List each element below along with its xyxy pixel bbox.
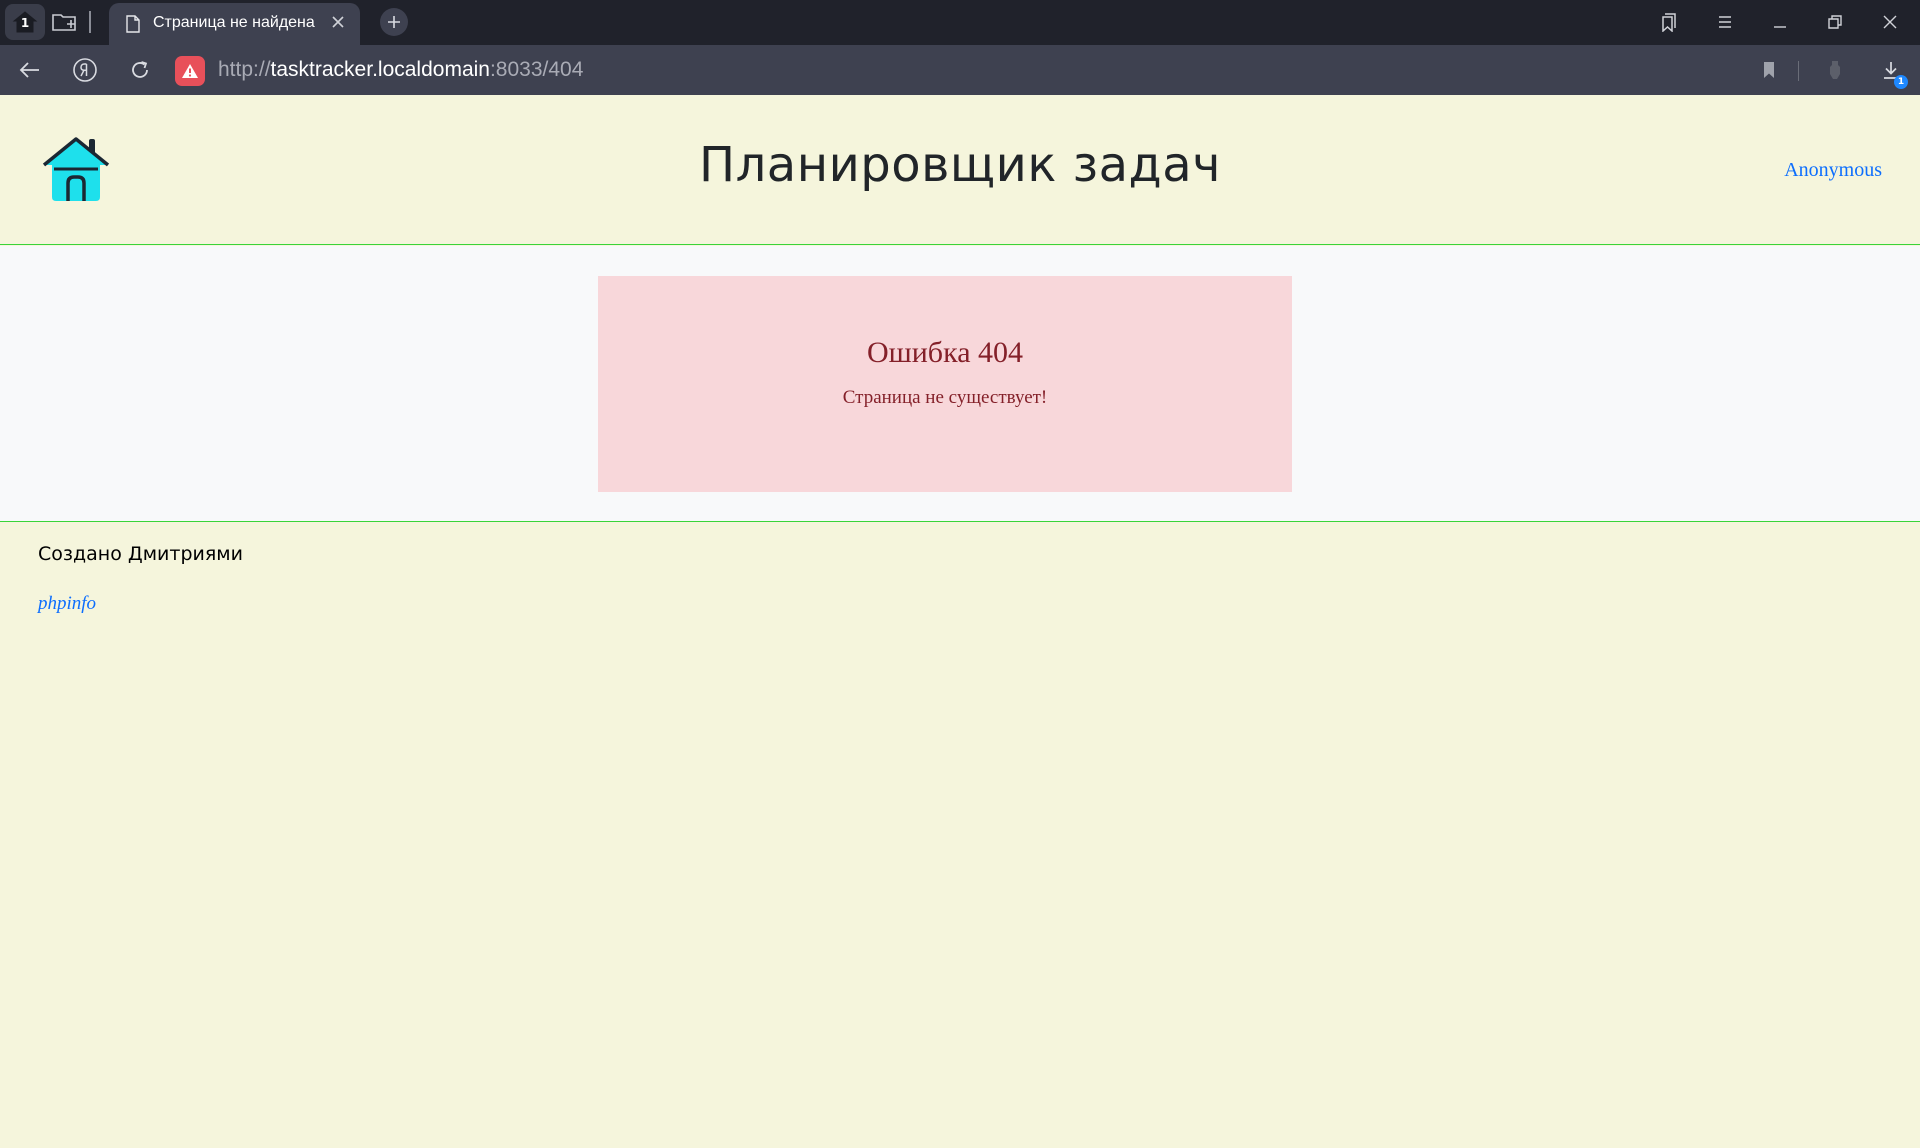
downloads-count-badge: 1 <box>1894 75 1908 89</box>
restore-button[interactable] <box>1820 9 1850 35</box>
yandex-icon <box>73 58 97 82</box>
collections-button[interactable] <box>1654 9 1684 35</box>
bookmark-button[interactable] <box>1754 56 1784 84</box>
main-content: Ошибка 404 Страница не существует! <box>0 246 1920 522</box>
site-header: Планировщик задач Anonymous <box>0 95 1920 245</box>
close-icon <box>1883 15 1897 29</box>
new-tab-button[interactable] <box>380 8 408 36</box>
tab-title: Страница не найдена <box>153 14 315 31</box>
minimize-button[interactable] <box>1765 9 1795 35</box>
tab-separator <box>89 11 91 33</box>
url-scheme: http:// <box>218 58 271 81</box>
tab-count: 1 <box>20 16 30 30</box>
extension-button[interactable] <box>1820 56 1850 84</box>
error-title: Ошибка 404 <box>866 336 1024 369</box>
web-page: Планировщик задач Anonymous Ошибка 404 С… <box>0 95 1920 1148</box>
folder-plus-icon <box>52 14 76 31</box>
phpinfo-link[interactable]: phpinfo <box>38 593 96 615</box>
reload-button[interactable] <box>125 56 155 84</box>
url-path: :8033/404 <box>489 58 584 81</box>
bookmarks-panel-icon <box>1662 13 1676 32</box>
extension-icon <box>1830 61 1840 79</box>
bookmark-icon <box>1764 62 1774 78</box>
arrow-left-icon <box>19 62 39 78</box>
menu-button[interactable] <box>1710 9 1740 35</box>
plus-icon <box>388 16 400 28</box>
site-title: Планировщик задач <box>699 137 1221 193</box>
home-icon: 1 <box>12 10 38 34</box>
reload-icon <box>132 61 148 78</box>
browser-tab-bar: 1 Страница не найдена <box>0 0 1920 45</box>
user-link[interactable]: Anonymous <box>1784 159 1882 182</box>
back-button[interactable] <box>15 56 45 84</box>
warning-icon <box>182 64 198 78</box>
url-host: tasktracker.localdomain <box>270 58 490 81</box>
address-bar[interactable]: http://tasktracker.localdomain:8033/404 <box>218 58 583 82</box>
yandex-button[interactable] <box>70 56 100 84</box>
hamburger-icon <box>1719 16 1731 28</box>
new-tab-group-button[interactable] <box>50 8 80 36</box>
document-icon <box>126 15 140 33</box>
error-message: Страница не существует! <box>842 387 1048 408</box>
toolbar-separator <box>1798 61 1799 81</box>
browser-toolbar: http://tasktracker.localdomain:8033/404 … <box>0 45 1920 95</box>
insecure-connection-badge[interactable] <box>175 56 205 86</box>
minimize-icon <box>1774 26 1786 28</box>
restore-icon <box>1828 15 1842 29</box>
tab-count-button[interactable]: 1 <box>5 4 45 40</box>
tab-active[interactable]: Страница не найдена <box>109 3 360 45</box>
footer-credit: Создано Дмитриями <box>38 543 243 565</box>
close-icon[interactable] <box>331 15 345 29</box>
error-alert: Ошибка 404 Страница не существует! <box>598 276 1292 492</box>
close-window-button[interactable] <box>1875 9 1905 35</box>
